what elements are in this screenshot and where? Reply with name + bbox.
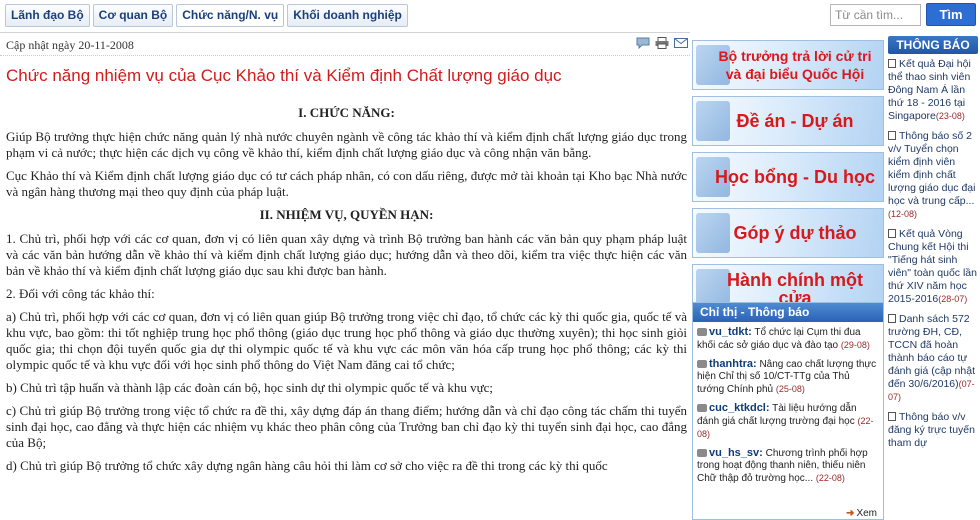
top-navigation: Lãnh đạo Bộ Cơ quan Bộ Chức năng/N. vụ K… bbox=[0, 0, 980, 32]
document-icon bbox=[888, 59, 896, 68]
notice-user: thanhtra: bbox=[709, 358, 757, 370]
news-date: (28-07) bbox=[938, 294, 968, 304]
banner-label: Học bổng - Du học bbox=[715, 167, 875, 187]
banner-column: Bộ trưởng trả lời cử tri và đại biểu Quố… bbox=[692, 40, 884, 320]
arrow-icon: ➜ bbox=[846, 508, 855, 519]
banner-de-an-du-an[interactable]: Đề án - Dự án bbox=[692, 96, 884, 146]
paragraph: Giúp Bộ trưởng thực hiện chức năng quản … bbox=[6, 129, 687, 160]
update-date: Cập nhật ngày 20-11-2008 bbox=[6, 38, 134, 52]
notice-date: (25-08) bbox=[775, 384, 805, 394]
search-button[interactable]: Tìm bbox=[926, 3, 976, 26]
news-text: Thông báo số 2 v/v Tuyển chọn kiểm định … bbox=[888, 130, 976, 207]
news-column: THÔNG BÁO Kết quả Đại hội thể thao sinh … bbox=[886, 36, 980, 520]
paragraph: b) Chủ trì tập huấn và thành lập các đoà… bbox=[6, 380, 494, 395]
email-icon[interactable] bbox=[674, 37, 688, 49]
news-item[interactable]: Kết quả Đại hội thể thao sinh viên Đông … bbox=[886, 54, 980, 126]
search-input[interactable] bbox=[830, 4, 921, 26]
comment-icon[interactable] bbox=[636, 37, 650, 49]
article-tools bbox=[636, 37, 688, 49]
notice-user: cuc_ktkdcl: bbox=[709, 402, 770, 414]
notice-box: Chỉ thị - Thông báo vu_tdkt: Tổ chức lại… bbox=[692, 302, 884, 520]
news-item[interactable]: Danh sách 572 trường ĐH, CĐ, TCCN đã hoà… bbox=[886, 309, 980, 407]
news-title: THÔNG BÁO bbox=[888, 36, 978, 54]
banner-label: Góp ý dự thảo bbox=[733, 223, 857, 243]
paragraph: c) Chủ trì giúp Bộ trưởng trong việc tổ … bbox=[6, 403, 687, 450]
banner-gop-y-du-thao[interactable]: Góp ý dự thảo bbox=[692, 208, 884, 258]
more-link[interactable]: ➜ Xem bbox=[846, 508, 877, 519]
paragraph: 2. Đối với công tác khảo thí: bbox=[6, 286, 155, 301]
banner-label: Bộ trưởng trả lời cử tri và đại biểu Quố… bbox=[718, 48, 872, 82]
comment-bubble-icon bbox=[697, 360, 707, 369]
news-item[interactable]: Thông báo số 2 v/v Tuyển chọn kiểm định … bbox=[886, 126, 980, 224]
more-label: Xem bbox=[856, 508, 877, 519]
section-heading-2: II. NHIỆM VỤ, QUYỀN HẠN: bbox=[259, 207, 434, 222]
notice-date: (29-08) bbox=[840, 340, 870, 350]
print-icon[interactable] bbox=[655, 37, 669, 49]
paragraph: a) Chủ trì, phối hợp với các cơ quan, đơ… bbox=[6, 309, 687, 372]
news-date: (23-08) bbox=[935, 111, 965, 121]
paragraph: Cục Khảo thí và Kiểm định chất lượng giá… bbox=[6, 168, 687, 199]
news-text: Thông báo v/v đăng ký trực tuyến tham dự bbox=[888, 411, 975, 449]
notice-user: vu_hs_sv: bbox=[709, 447, 763, 459]
notice-item[interactable]: vu_hs_sv: Chương trình phối hợp trong ho… bbox=[693, 443, 883, 487]
notice-title: Chỉ thị - Thông báo bbox=[693, 303, 883, 322]
news-item[interactable]: Thông báo v/v đăng ký trực tuyến tham dự bbox=[886, 407, 980, 453]
notice-item[interactable]: cuc_ktkdcl: Tài liệu hướng dẫn đánh giá … bbox=[693, 398, 883, 443]
notice-item[interactable]: thanhtra: Nâng cao chất lượng thực hiện … bbox=[693, 354, 883, 398]
notice-user: vu_tdkt: bbox=[709, 326, 752, 338]
paragraph: 1. Chủ trì, phối hợp với các cơ quan, đơ… bbox=[6, 231, 687, 278]
nav-tabs: Lãnh đạo Bộ Cơ quan Bộ Chức năng/N. vụ K… bbox=[5, 4, 408, 27]
document-icon bbox=[888, 412, 896, 421]
banner-label: Đề án - Dự án bbox=[736, 111, 854, 131]
news-date: (12-08) bbox=[888, 209, 918, 219]
tab-chuc-nang[interactable]: Chức năng/N. vụ bbox=[176, 4, 285, 27]
tab-co-quan-bo[interactable]: Cơ quan Bộ bbox=[92, 4, 174, 27]
divider bbox=[0, 55, 690, 56]
document-icon bbox=[888, 131, 896, 140]
comment-bubble-icon bbox=[697, 404, 707, 413]
paragraph: d) Chủ trì giúp Bộ trưởng tổ chức xây dự… bbox=[6, 458, 608, 473]
article-panel: Cập nhật ngày 20-11-2008 Chức năng nhiệm… bbox=[0, 32, 690, 520]
tab-lanh-dao-bo[interactable]: Lãnh đạo Bộ bbox=[5, 4, 90, 27]
banner-hoc-bong-du-hoc[interactable]: Học bổng - Du học bbox=[692, 152, 884, 202]
document-icon bbox=[888, 314, 896, 323]
comment-bubble-icon bbox=[697, 328, 707, 337]
section-heading-1: I. CHỨC NĂNG: bbox=[298, 105, 395, 120]
notice-item[interactable]: vu_tdkt: Tổ chức lại Cụm thi đua khối cá… bbox=[693, 322, 883, 354]
document-icon bbox=[888, 229, 896, 238]
notice-date: (22-08) bbox=[815, 473, 845, 483]
tab-khoi-doanh-nghiep[interactable]: Khối doanh nghiệp bbox=[287, 4, 408, 27]
banner-bo-truong-tra-loi[interactable]: Bộ trưởng trả lời cử tri và đại biểu Quố… bbox=[692, 40, 884, 90]
comment-bubble-icon bbox=[697, 449, 707, 458]
article-body: I. CHỨC NĂNG: Giúp Bộ trưởng thực hiện c… bbox=[6, 103, 687, 481]
news-item[interactable]: Kết quả Vòng Chung kết Hội thi "Tiếng há… bbox=[886, 224, 980, 309]
article-title: Chức năng nhiệm vụ của Cục Khảo thí và K… bbox=[6, 66, 562, 85]
